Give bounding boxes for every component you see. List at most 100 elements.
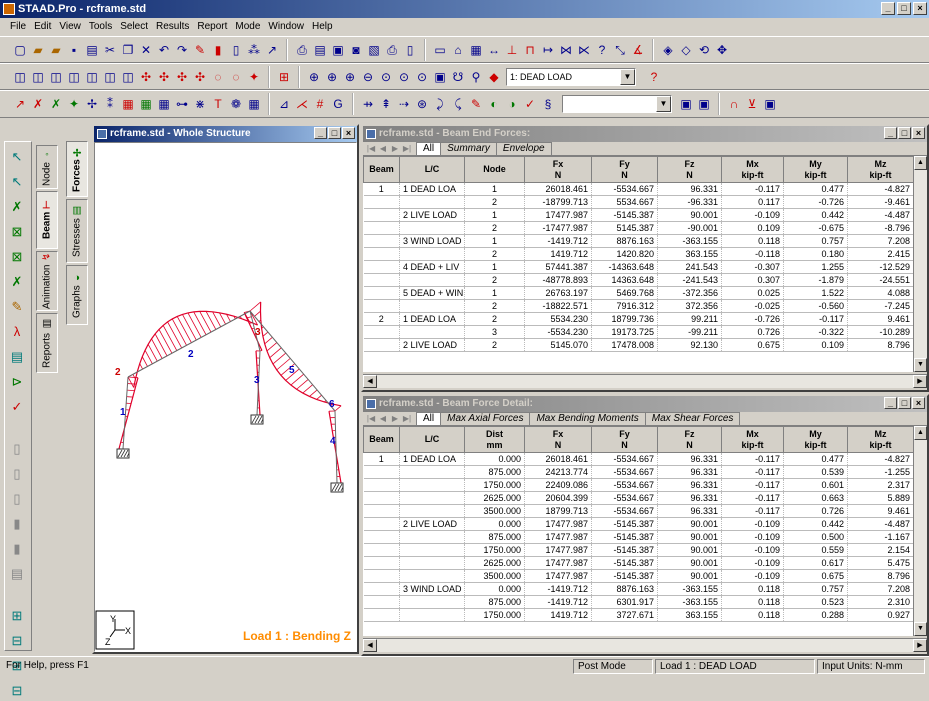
table-cell[interactable]: 0.477 xyxy=(784,183,848,196)
bef-column-header[interactable]: Node xyxy=(465,157,525,183)
rotate-free-icon[interactable]: ✦ xyxy=(246,69,262,85)
table-cell[interactable]: 0.117 xyxy=(722,196,784,209)
bfd-column-header[interactable]: Beam xyxy=(364,427,400,453)
section-icon[interactable]: ⋈ xyxy=(558,42,574,58)
hide-icon[interactable]: ⋉ xyxy=(576,42,592,58)
table-cell[interactable]: 0.180 xyxy=(784,248,848,261)
table-cell[interactable]: 1.255 xyxy=(784,261,848,274)
prev-tab-icon[interactable]: ◀ xyxy=(377,143,389,155)
table-cell[interactable]: 0.757 xyxy=(784,235,848,248)
table-cell[interactable]: 2 xyxy=(465,196,525,209)
zoom-in-icon[interactable]: ⊕ xyxy=(306,69,322,85)
table-cell[interactable]: -1.167 xyxy=(848,531,914,544)
table-cell[interactable]: 18799.713 xyxy=(525,505,592,518)
page-icon[interactable]: ▯ xyxy=(402,42,418,58)
beam-graph-icon[interactable]: ◐ xyxy=(486,96,502,112)
bfd-scroll-down-icon[interactable]: ▼ xyxy=(914,622,927,636)
table-cell[interactable]: 0.118 xyxy=(722,596,784,609)
table-cell[interactable]: 90.001 xyxy=(658,531,722,544)
table-cell[interactable]: -0.117 xyxy=(722,453,784,466)
view-front-icon[interactable]: ◫ xyxy=(12,69,28,85)
bfd-prev-tab-icon[interactable]: ◀ xyxy=(377,413,389,425)
report-page-icon[interactable]: ▮ xyxy=(7,514,27,534)
table-row[interactable]: 2-18822.5717916.312372.356-0.025-0.560-7… xyxy=(364,300,914,313)
table-cell[interactable] xyxy=(400,544,465,557)
table-cell[interactable]: 90.001 xyxy=(658,518,722,531)
tab-graphs[interactable]: Graphs ◐ xyxy=(66,265,88,325)
table-cell[interactable]: 1 DEAD LOA xyxy=(400,183,465,196)
table-cell[interactable]: -18799.713 xyxy=(525,196,592,209)
view-iso-2-icon[interactable]: ◫ xyxy=(120,69,136,85)
bfd-scroll-up-icon[interactable]: ▲ xyxy=(914,426,927,440)
table-cell[interactable]: -4.827 xyxy=(848,453,914,466)
table-cell[interactable] xyxy=(364,222,400,235)
table-cell[interactable] xyxy=(364,466,400,479)
view-rotate-icon[interactable]: ⟲ xyxy=(696,42,712,58)
menu-view[interactable]: View xyxy=(55,21,85,32)
table-cell[interactable]: 0.025 xyxy=(722,287,784,300)
table-row[interactable]: 875.00024213.774-5534.66796.331-0.1170.5… xyxy=(364,466,914,479)
distance-icon[interactable]: ↦ xyxy=(540,42,556,58)
table-cell[interactable]: 26763.197 xyxy=(525,287,592,300)
cup-icon[interactable]: ⊻ xyxy=(744,96,760,112)
spin-right-icon[interactable]: ◌ xyxy=(228,69,244,85)
table-cell[interactable]: -1419.712 xyxy=(525,596,592,609)
table-cell[interactable]: -99.211 xyxy=(658,326,722,339)
table-row[interactable]: 1750.00022409.086-5534.66796.331-0.1170.… xyxy=(364,479,914,492)
table-cell[interactable]: 2.415 xyxy=(848,248,914,261)
bfd-vertical-scrollbar[interactable]: ▲ ▼ xyxy=(913,426,927,636)
table-cell[interactable]: 22409.086 xyxy=(525,479,592,492)
tab-stresses[interactable]: Stresses ▥ xyxy=(66,199,88,263)
node-label-icon[interactable]: ⊥ xyxy=(504,42,520,58)
table-cell[interactable]: 2 xyxy=(465,300,525,313)
export-icon[interactable]: ▣ xyxy=(330,42,346,58)
table-cell[interactable]: 17477.987 xyxy=(525,544,592,557)
table-cell[interactable]: 0.675 xyxy=(784,570,848,583)
bfd-first-tab-icon[interactable]: |◀ xyxy=(365,413,377,425)
help-icon[interactable]: ? xyxy=(646,69,662,85)
angle-icon[interactable]: ∡ xyxy=(630,42,646,58)
bfd-tab-all[interactable]: All xyxy=(416,412,441,425)
menu-select[interactable]: Select xyxy=(116,21,152,32)
table-cell[interactable]: 5 DEAD + WIN xyxy=(400,287,465,300)
table-cell[interactable]: 1419.712 xyxy=(525,248,592,261)
report-list-icon[interactable]: ▯ xyxy=(7,439,27,459)
table-cell[interactable]: 3 WIND LOAD xyxy=(400,235,465,248)
table-cell[interactable]: 17477.987 xyxy=(525,209,592,222)
menu-tools[interactable]: Tools xyxy=(85,21,116,32)
table-cell[interactable]: 7.208 xyxy=(848,583,914,596)
table-row[interactable]: 5 DEAD + WIN126763.1975469.768-372.3560.… xyxy=(364,287,914,300)
table-cell[interactable]: -24.551 xyxy=(848,274,914,287)
table-cell[interactable]: 2 xyxy=(465,313,525,326)
table-cell[interactable]: 96.331 xyxy=(658,505,722,518)
table-cell[interactable]: 99.211 xyxy=(658,313,722,326)
table-cell[interactable]: 0.000 xyxy=(465,518,525,531)
table-cell[interactable]: 20604.399 xyxy=(525,492,592,505)
table-cell[interactable] xyxy=(364,596,400,609)
bfd-column-header[interactable]: FxN xyxy=(525,427,592,453)
report-sort-icon[interactable]: ▯ xyxy=(7,489,27,509)
table-cell[interactable]: -0.117 xyxy=(722,505,784,518)
panel-icon[interactable]: ▣ xyxy=(762,96,778,112)
table-cell[interactable]: -18822.571 xyxy=(525,300,592,313)
table-cell[interactable] xyxy=(400,479,465,492)
cursor-select-icon[interactable]: ↗ xyxy=(12,96,28,112)
table-cell[interactable]: 3 WIND LOAD xyxy=(400,583,465,596)
view-iso-icon[interactable]: ◇ xyxy=(678,42,694,58)
bef-scroll-left-icon[interactable]: ◀ xyxy=(363,375,377,388)
dynamic-rotate-icon[interactable]: ☋ xyxy=(450,69,466,85)
new-file-icon[interactable]: ▢ xyxy=(12,42,28,58)
grid-icon[interactable]: ▦ xyxy=(468,42,484,58)
menu-results[interactable]: Results xyxy=(152,21,193,32)
table-cell[interactable]: 4 DEAD + LIV xyxy=(400,261,465,274)
table-cell[interactable]: 2 LIVE LOAD xyxy=(400,209,465,222)
table-cell[interactable]: 90.001 xyxy=(658,209,722,222)
table-cell[interactable]: -17477.987 xyxy=(525,222,592,235)
table-cell[interactable]: -0.117 xyxy=(722,492,784,505)
print-preview-icon[interactable]: ⎙ xyxy=(294,42,310,58)
table-cell[interactable]: -5534.667 xyxy=(592,453,658,466)
bfd-column-header[interactable]: Mzkip-ft xyxy=(848,427,914,453)
table-cell[interactable] xyxy=(364,196,400,209)
display-window-icon[interactable]: ⊞ xyxy=(276,69,292,85)
gear-icon[interactable]: ❁ xyxy=(228,96,244,112)
